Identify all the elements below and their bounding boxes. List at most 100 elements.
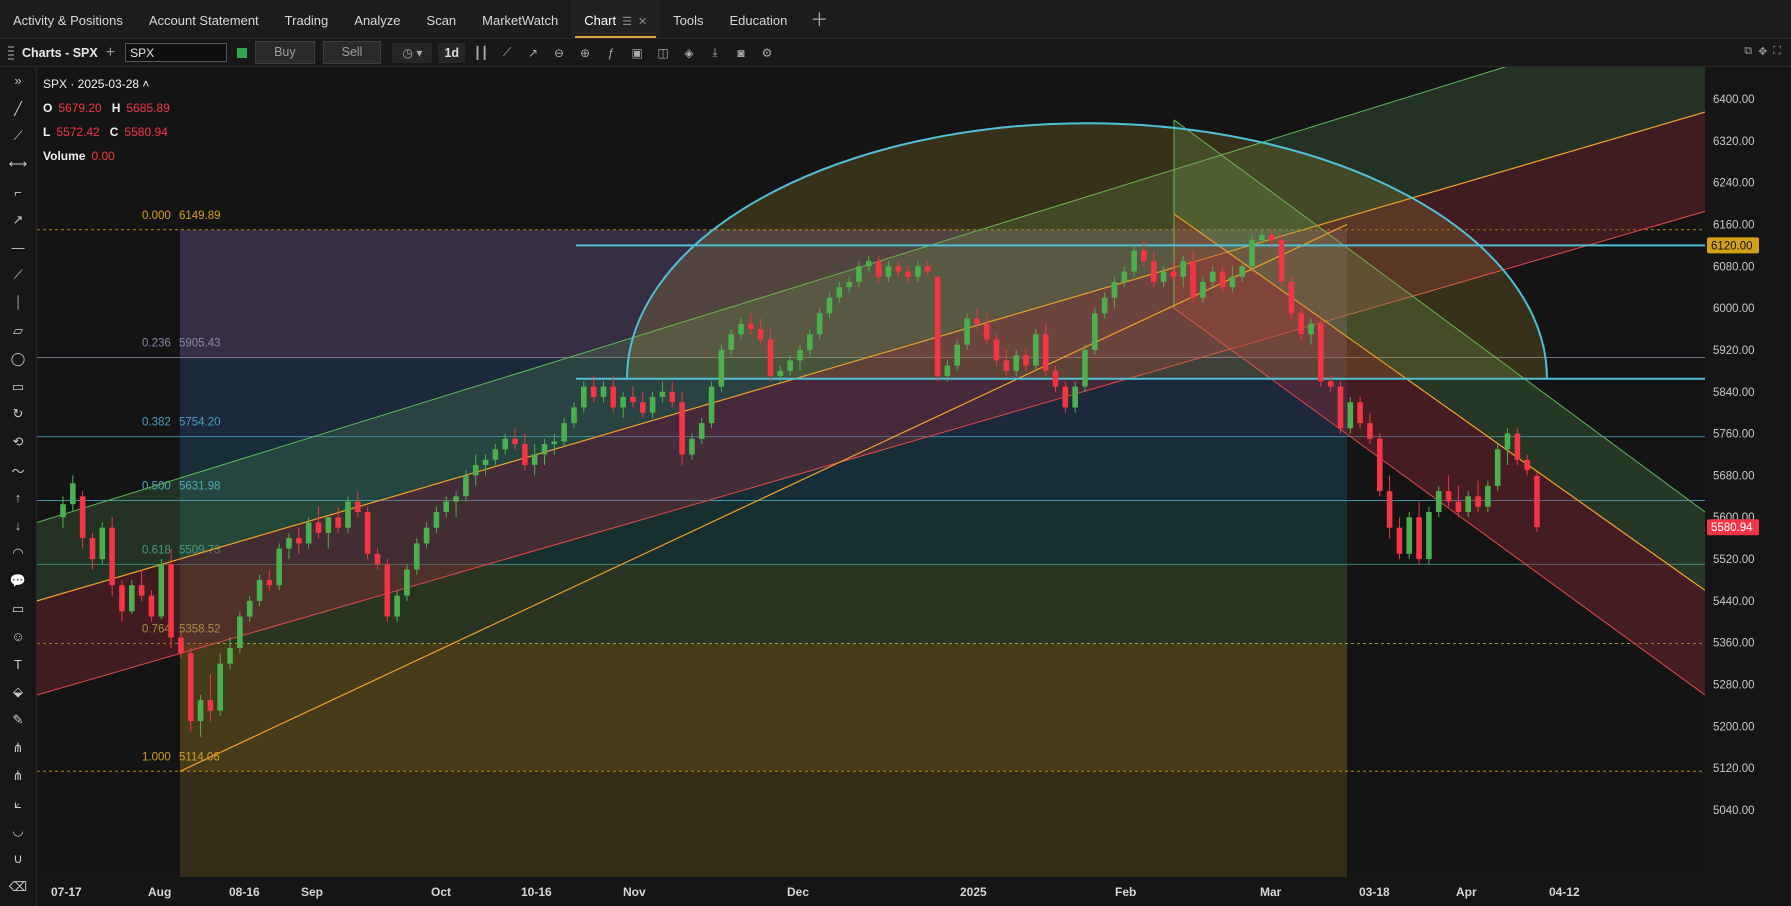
layers-icon[interactable]: ◈ xyxy=(679,43,699,63)
price-chart[interactable]: 0.000 6149.890.236 5905.430.382 5754.200.50… xyxy=(37,67,1791,906)
indicator-icon[interactable]: ↗ xyxy=(523,43,543,63)
candle-body xyxy=(443,501,450,513)
candle-body xyxy=(384,564,391,617)
rectangle-icon[interactable]: ▭ xyxy=(0,373,36,401)
fib-ratio-label: 1.000 xyxy=(142,751,171,763)
text-icon[interactable]: T xyxy=(0,651,36,679)
drag-handle-icon[interactable] xyxy=(8,45,14,60)
tab-scan[interactable]: Scan xyxy=(414,0,470,38)
fib-price-label: 5754.20 xyxy=(179,417,221,429)
zoom-in-icon[interactable]: ⊕ xyxy=(575,43,595,63)
tab-chart[interactable]: Chart ☰ ✕ xyxy=(571,0,661,38)
candle-body xyxy=(581,386,587,408)
hline-price-badge: 6120.00 xyxy=(1711,240,1753,252)
path-icon[interactable]: 〜 xyxy=(0,456,36,484)
candle-body xyxy=(836,287,843,298)
tab-activity-positions[interactable]: Activity & Positions xyxy=(0,0,136,38)
parallelogram-icon[interactable]: ▱ xyxy=(0,317,36,345)
horizontal-ray-icon[interactable]: ⟷ xyxy=(0,150,36,178)
candle-body xyxy=(1534,475,1540,528)
semicircle-icon[interactable]: ◠ xyxy=(0,540,36,568)
add-chart-icon[interactable]: + xyxy=(106,44,115,62)
close-icon[interactable]: ✕ xyxy=(638,16,647,28)
maximize-icon[interactable]: ⛶ xyxy=(1773,45,1781,58)
ellipse-icon[interactable]: ◯ xyxy=(0,345,36,373)
line-icon[interactable]: ╱ xyxy=(0,95,36,123)
eraser-icon[interactable]: ⌫ xyxy=(0,873,36,901)
symbol-input[interactable] xyxy=(125,43,228,62)
candle-body xyxy=(885,266,892,277)
vertical-line-icon[interactable]: ⏐ xyxy=(0,289,36,317)
buy-button[interactable]: Buy xyxy=(255,41,315,64)
price-tick-label: 5200.00 xyxy=(1713,721,1755,733)
smiley-icon[interactable]: ☺ xyxy=(0,623,36,651)
ray-icon[interactable]: ⟋ xyxy=(0,123,36,151)
paint-bucket-icon[interactable]: ⬙ xyxy=(0,679,36,707)
pitchfork-icon[interactable]: ⋔ xyxy=(0,734,36,762)
candle-body xyxy=(659,391,666,397)
pencil-icon[interactable]: ✎ xyxy=(0,706,36,734)
candle-body xyxy=(1494,449,1501,486)
candle-body xyxy=(1249,240,1255,267)
candle-body xyxy=(807,334,813,350)
layout-icon[interactable]: ◫ xyxy=(653,43,673,63)
candle-body xyxy=(974,318,980,324)
extended-line-icon[interactable]: ⟋ xyxy=(0,262,36,290)
sell-button[interactable]: Sell xyxy=(322,41,382,64)
candle-body xyxy=(826,297,833,314)
download-icon[interactable]: ⤓ xyxy=(705,43,725,63)
candle-body xyxy=(207,700,214,711)
zoom-out-icon[interactable]: ⊖ xyxy=(549,43,569,63)
candle-body xyxy=(1278,240,1285,282)
candle-style-icon[interactable]: ┃┃ xyxy=(471,43,491,63)
fib-zone-extension xyxy=(180,771,1347,877)
callout-icon[interactable]: 💬 xyxy=(0,567,36,595)
chevrons-icon[interactable]: » xyxy=(0,67,36,95)
camera-icon[interactable]: ◙ xyxy=(731,43,751,63)
settings-gear-icon[interactable]: ⚙ xyxy=(757,43,777,63)
price-tick-label: 6240.00 xyxy=(1713,178,1755,190)
candle-body xyxy=(1347,402,1354,429)
candle-body xyxy=(119,585,125,612)
arc-icon[interactable]: ↻ xyxy=(0,401,36,429)
magnet-icon[interactable]: ∪ xyxy=(0,845,36,873)
interval-button[interactable]: 1d xyxy=(438,42,466,63)
chevron-up-icon[interactable]: ˄ xyxy=(139,77,149,91)
top-navigation: Activity & Positions Account Statement T… xyxy=(0,0,1791,39)
arrow-down-icon[interactable]: ↓ xyxy=(0,512,36,540)
clock-dropdown-icon[interactable]: ◷ ▾ xyxy=(392,42,433,63)
candle-body xyxy=(1190,261,1196,298)
horizontal-line-icon[interactable]: — xyxy=(0,234,36,262)
link-color-square[interactable] xyxy=(237,47,248,58)
time-tick-label: Dec xyxy=(787,885,809,899)
tab-marketwatch[interactable]: MarketWatch xyxy=(469,0,571,38)
fan-icon[interactable]: ⟀ xyxy=(0,790,36,818)
fib-price-label: 5905.43 xyxy=(179,338,221,350)
comment-icon[interactable]: ▭ xyxy=(0,595,36,623)
curve-icon[interactable]: ⟲ xyxy=(0,428,36,456)
tab-analyze[interactable]: Analyze xyxy=(341,0,413,38)
candle-body xyxy=(1524,459,1530,471)
candle-body xyxy=(1308,323,1314,335)
collapse-icon[interactable]: ✥ xyxy=(1758,45,1767,58)
candle-body xyxy=(276,548,282,586)
price-tick-label: 5360.00 xyxy=(1713,638,1755,650)
brush-icon[interactable]: ⌐ xyxy=(0,178,36,206)
arrow-up-icon[interactable]: ↑ xyxy=(0,484,36,512)
image-icon[interactable]: ▣ xyxy=(627,43,647,63)
gann-icon[interactable]: ◡ xyxy=(0,818,36,846)
menu-icon[interactable]: ☰ xyxy=(622,16,632,28)
function-icon[interactable]: ƒ xyxy=(601,43,621,63)
drawing-icon[interactable]: ⟋ xyxy=(497,43,517,63)
schiff-pitchfork-icon[interactable]: ⋔ xyxy=(0,762,36,790)
arrow-up-right-icon[interactable]: ↗ xyxy=(0,206,36,234)
candle-body xyxy=(1219,271,1226,288)
tab-tools[interactable]: Tools xyxy=(660,0,716,38)
tab-education[interactable]: Education xyxy=(717,0,801,38)
popout-icon[interactable]: ⧉ xyxy=(1744,45,1752,58)
tab-account-statement[interactable]: Account Statement xyxy=(136,0,272,38)
candle-body xyxy=(679,402,685,455)
tab-trading[interactable]: Trading xyxy=(272,0,342,38)
add-tab-icon[interactable]: ＋ xyxy=(800,6,838,32)
candle-body xyxy=(1504,433,1511,450)
